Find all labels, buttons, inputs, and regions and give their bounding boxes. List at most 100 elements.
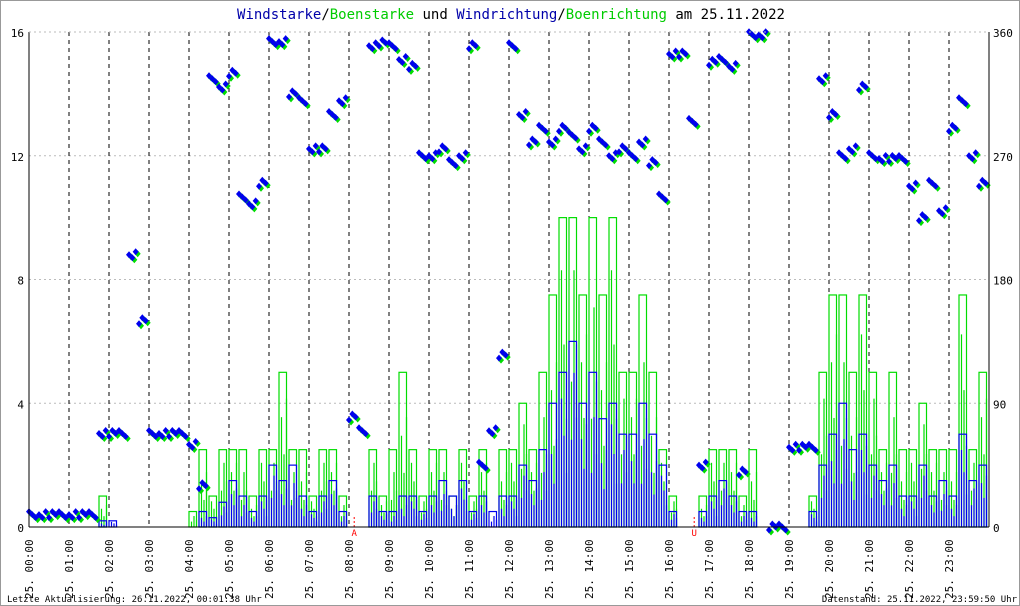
y-right-tick-label: 360 [993, 27, 1013, 40]
wind-speed-bar [248, 510, 258, 528]
wind-speed-bar [268, 464, 278, 528]
wind-speed-bar [578, 402, 588, 528]
gust-speed-bar [388, 449, 398, 528]
wind-speed-bar [838, 402, 848, 528]
wind-speed-bar [278, 479, 288, 528]
gust-speed-bar [548, 294, 558, 528]
x-tick-label: 25. 13:00 [543, 539, 556, 599]
x-tick-label: 25. 03:00 [143, 539, 156, 599]
gust-speed-bar [528, 449, 538, 528]
gust-speed-bar [448, 495, 458, 528]
data-timestamp-text: Datenstand: 25.11.2022, 23:59:50 Uhr [822, 595, 1018, 605]
gust-speed-bar [238, 449, 248, 528]
title-gust-speed: Boenstarke [330, 7, 414, 23]
gust-speed-bar [828, 294, 838, 528]
y-right-tick-label: 180 [993, 275, 1013, 288]
wind-speed-bar [258, 495, 268, 528]
wind-speed-bar [888, 464, 898, 528]
gust-speed-bar [98, 495, 108, 528]
sun-marker-label: A [351, 529, 357, 539]
x-tick-label: 25. 21:00 [863, 539, 876, 599]
wind-speed-bar [638, 402, 648, 528]
wind-speed-bar [368, 495, 378, 528]
wind-speed-bar [958, 433, 968, 528]
wind-speed-bar [238, 495, 248, 528]
wind-speed-bar [928, 495, 938, 528]
x-tick-label: 25. 14:00 [583, 539, 596, 599]
wind-speed-bar [568, 340, 578, 528]
gust-speed-bar [748, 449, 758, 528]
wind-speed-bar [428, 495, 438, 528]
x-tick-label: 25. 01:00 [63, 539, 76, 599]
wind-speed-bar [208, 517, 218, 528]
wind-speed-bar [848, 449, 858, 528]
gust-speed-bar [618, 371, 628, 528]
gust-speed-bar [858, 294, 868, 528]
gust-speed-bar [438, 449, 448, 528]
gust-speed-bar [228, 449, 238, 528]
wind-speed-bar [508, 495, 518, 528]
wind-speed-bar [748, 510, 758, 528]
title-sep: / [557, 7, 565, 23]
wind-speed-bar [288, 464, 298, 528]
wind-speed-bar [818, 464, 828, 528]
gust-speed-bar [718, 449, 728, 528]
gust-speed-bar [658, 449, 668, 528]
gust-speed-bar [398, 371, 408, 528]
title-wind-direction: Windrichtung [456, 7, 557, 23]
wind-speed-bar [498, 495, 508, 528]
gust-speed-bar [408, 449, 418, 528]
wind-speed-bar [738, 510, 748, 528]
gust-speed-bar [868, 371, 878, 528]
sun-marker-label: U [691, 529, 696, 539]
wind-speed-bar [328, 479, 338, 528]
title-and: und [414, 7, 456, 23]
gust-speed-bar [978, 371, 988, 528]
wind-speed-bar [728, 495, 738, 528]
title-wind-speed: Windstarke [237, 7, 321, 23]
gust-speed-bar [278, 371, 288, 528]
x-tick-label: 25. 10:00 [423, 539, 436, 599]
wind-speed-bar [488, 510, 498, 528]
gust-speed-bar [258, 449, 268, 528]
gust-speed-bar [958, 294, 968, 528]
gust-speed-bar [428, 449, 438, 528]
wind-speed-bar [198, 510, 208, 528]
wind-speed-bar [548, 402, 558, 528]
wind-speed-bar [588, 371, 598, 528]
gust-speed-bar [648, 371, 658, 528]
wind-speed-bar [458, 479, 468, 528]
wind-speed-bar [528, 479, 538, 528]
gust-speed-bar [878, 449, 888, 528]
y-left-tick-label: 8 [17, 275, 24, 288]
gust-speed-bar [328, 449, 338, 528]
y-left-tick-label: 12 [11, 151, 24, 164]
gust-speed-bar [598, 294, 608, 528]
gust-speed-bar [318, 449, 328, 528]
wind-speed-bar [408, 495, 418, 528]
gust-speed-bar [368, 449, 378, 528]
wind-speed-bar [868, 464, 878, 528]
y-left-tick-label: 4 [17, 398, 24, 411]
title-gust-direction: Boenrichtung [566, 7, 667, 23]
wind-speed-bar [698, 510, 708, 528]
gust-speed-bar [938, 449, 948, 528]
x-tick-label: 25. 07:00 [303, 539, 316, 599]
title-date: am 25.11.2022 [667, 7, 785, 23]
gust-speed-bar [218, 449, 228, 528]
wind-speed-bar [298, 495, 308, 528]
x-tick-label: 25. 00:00 [23, 539, 36, 599]
wind-speed-bar [858, 433, 868, 528]
wind-speed-bar [468, 510, 478, 528]
x-tick-label: 25. 15:00 [623, 539, 636, 599]
wind-speed-bar [918, 464, 928, 528]
wind-speed-bar [658, 464, 668, 528]
wind-speed-bar [628, 433, 638, 528]
y-right-tick-label: 90 [993, 398, 1006, 411]
wind-chart: Windstarke/Boenstarke und Windrichtung/B… [0, 0, 1020, 606]
gust-speed-bar [268, 449, 278, 528]
x-tick-label: 25. 05:00 [223, 539, 236, 599]
gust-speed-bar [578, 294, 588, 528]
y-right-tick-label: 0 [993, 522, 1000, 535]
gust-speed-bar [968, 449, 978, 528]
